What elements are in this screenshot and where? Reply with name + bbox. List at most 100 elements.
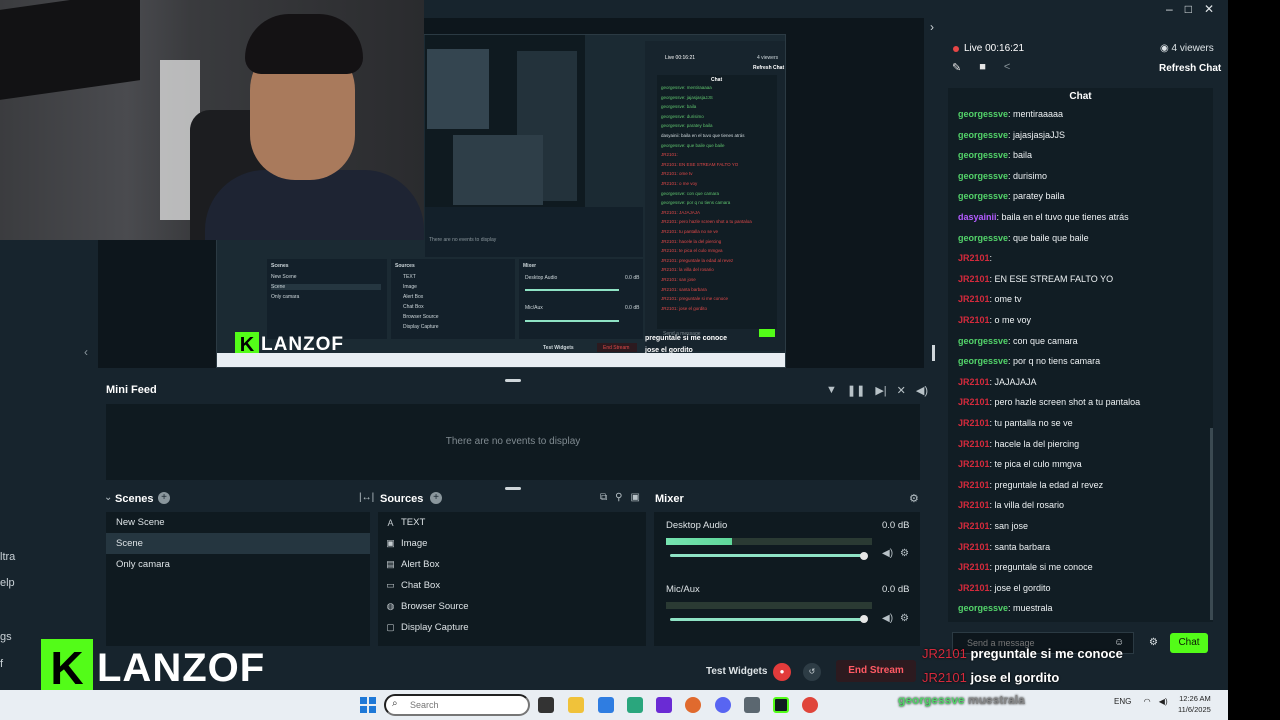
add-source-icon[interactable]: +	[430, 492, 442, 504]
scene-item[interactable]: Scene	[106, 533, 370, 554]
chat-username[interactable]: JR2101	[958, 521, 990, 531]
gear-icon[interactable]: ⚙	[900, 548, 909, 559]
folder-icon[interactable]: ▣	[630, 492, 639, 503]
filter-icon[interactable]: ▼	[826, 384, 837, 397]
discord-icon[interactable]	[715, 697, 731, 713]
app-icon[interactable]	[744, 697, 760, 713]
collapse-icon[interactable]: ⌄	[104, 492, 112, 503]
app-icon[interactable]	[656, 697, 672, 713]
file-explorer-icon[interactable]	[568, 697, 584, 713]
chat-text: : baila en el tuvo que tienes atrás	[996, 212, 1129, 222]
edge-icon[interactable]	[627, 697, 643, 713]
gear-icon[interactable]: ⚙	[909, 492, 919, 505]
chrome-icon[interactable]	[802, 697, 818, 713]
end-stream-button[interactable]: End Stream	[836, 660, 916, 682]
skip-icon[interactable]: ▶|	[875, 384, 886, 397]
chat-username[interactable]: georgessve	[958, 233, 1008, 243]
chevron-left-icon[interactable]: ‹	[84, 345, 88, 359]
chat-username[interactable]: JR2101	[958, 294, 990, 304]
replay-icon[interactable]: ↺	[803, 663, 821, 681]
clear-icon[interactable]: ✕	[897, 384, 906, 397]
chat-username[interactable]: georgessve	[958, 171, 1008, 181]
chat-username[interactable]: JR2101	[958, 480, 990, 490]
volume-icon[interactable]: ◀)	[1159, 697, 1168, 706]
edit-icon[interactable]: ✎	[952, 61, 961, 74]
chat-username[interactable]: JR2101	[958, 253, 990, 263]
resize-handle[interactable]	[932, 345, 935, 361]
chat-username[interactable]: JR2101	[958, 562, 990, 572]
sidebar-label[interactable]: f	[0, 658, 3, 670]
sidebar-label[interactable]: gs	[0, 631, 12, 643]
windows-start-icon[interactable]	[360, 697, 376, 713]
source-item[interactable]: ▭ Chat Box	[378, 575, 646, 596]
chat-text: : por q no tiens camara	[1008, 356, 1101, 367]
volume-slider-knob[interactable]	[860, 615, 868, 623]
minimize-icon[interactable]: –	[1166, 2, 1173, 16]
send-chat-button[interactable]: Chat	[1170, 633, 1208, 653]
chat-username[interactable]: JR2101	[958, 583, 990, 593]
chat-username[interactable]: georgessve	[958, 336, 1008, 346]
task-view-icon[interactable]	[538, 697, 554, 713]
source-item[interactable]: ◍ Browser Source	[378, 596, 646, 617]
sidebar-label[interactable]: elp	[0, 577, 15, 589]
chat-username[interactable]: georgessve	[958, 191, 1008, 201]
scene-item[interactable]: Only camara	[106, 554, 370, 575]
channel-db: 0.0 dB	[882, 584, 910, 595]
streamlabs-icon[interactable]	[773, 697, 789, 713]
refresh-chat-button[interactable]: Refresh Chat	[1159, 63, 1221, 74]
add-scene-icon[interactable]: +	[158, 492, 170, 504]
scene-item[interactable]: New Scene	[106, 512, 370, 533]
chat-message: georgessve: jajasjasjaJJS	[958, 130, 1065, 140]
chat-message: JR2101: jose el gordito	[958, 583, 1051, 593]
maximize-icon[interactable]: □	[1185, 2, 1192, 16]
chat-username[interactable]: JR2101	[958, 459, 990, 469]
chat-scrollbar[interactable]	[1210, 428, 1213, 620]
chat-username[interactable]: JR2101	[958, 315, 990, 325]
chat-username[interactable]: JR2101	[958, 500, 990, 510]
resize-handle[interactable]	[505, 487, 521, 490]
chat-username[interactable]: JR2101	[958, 542, 990, 552]
chat-username[interactable]: JR2101	[958, 377, 990, 387]
chevron-right-icon[interactable]: ›	[930, 20, 934, 34]
mute-icon[interactable]: ◀)	[882, 548, 893, 559]
volume-slider[interactable]	[670, 554, 864, 557]
close-icon[interactable]: ✕	[1204, 2, 1214, 16]
group-icon[interactable]: ⚲	[615, 492, 622, 503]
mute-icon[interactable]: ◀)	[882, 613, 893, 624]
source-item[interactable]: ▢ Display Capture	[378, 617, 646, 638]
test-widgets-label[interactable]: Test Widgets	[706, 666, 767, 677]
record-button[interactable]: ●	[773, 663, 791, 681]
clock[interactable]: 12:26 AM 11/6/2025	[1178, 693, 1211, 715]
camera-icon[interactable]: ■	[979, 61, 986, 74]
volume-slider-knob[interactable]	[860, 552, 868, 560]
chat-username[interactable]: JR2101	[958, 439, 990, 449]
gear-icon[interactable]: ⚙	[1149, 637, 1158, 648]
scene-transition-icon[interactable]: |↔|	[359, 492, 374, 503]
chat-username[interactable]: JR2101	[958, 418, 990, 428]
app-icon[interactable]	[598, 697, 614, 713]
chat-username[interactable]: georgessve	[958, 109, 1008, 119]
taskbar-search[interactable]	[384, 694, 530, 716]
copy-icon[interactable]: ⧉	[600, 492, 607, 503]
share-icon[interactable]: <	[1004, 61, 1010, 74]
chat-username[interactable]: JR2101	[958, 397, 990, 407]
wifi-icon[interactable]: ◠	[1144, 697, 1151, 706]
volume-slider[interactable]	[670, 618, 864, 621]
chat-username[interactable]: dasyainii	[958, 212, 997, 222]
volume-icon[interactable]: ◀)	[916, 384, 928, 397]
chat-text: : tu pantalla no se ve	[989, 418, 1073, 428]
chat-username[interactable]: georgessve	[958, 150, 1008, 160]
source-item[interactable]: A TEXT	[378, 512, 646, 533]
chat-username[interactable]: georgessve	[958, 356, 1008, 366]
chat-username[interactable]: georgessve	[958, 603, 1008, 613]
firefox-icon[interactable]	[685, 697, 701, 713]
sidebar-label[interactable]: ltra	[0, 551, 15, 563]
language-indicator[interactable]: ENG	[1114, 697, 1131, 706]
resize-handle[interactable]	[505, 379, 521, 382]
chat-username[interactable]: georgessve	[958, 130, 1008, 140]
gear-icon[interactable]: ⚙	[900, 613, 909, 624]
source-item[interactable]: ▣ Image	[378, 533, 646, 554]
chat-username[interactable]: JR2101	[958, 274, 990, 284]
source-item[interactable]: ▤ Alert Box	[378, 554, 646, 575]
pause-icon[interactable]: ❚❚	[847, 384, 865, 397]
